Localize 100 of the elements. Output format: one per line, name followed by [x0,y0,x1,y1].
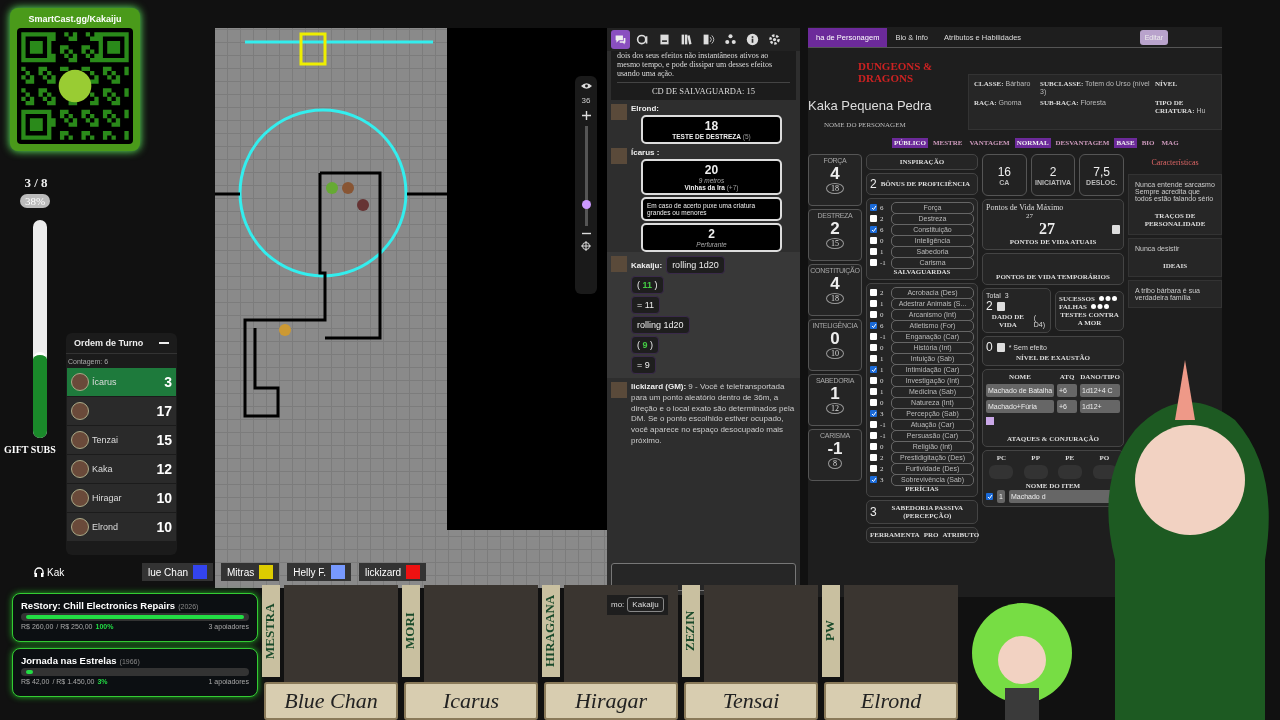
library-icon [680,33,693,46]
roll-total: 18 [703,119,720,133]
die-result: ( 11 ) [631,276,664,294]
token-group[interactable] [326,182,369,211]
chat-icon [614,33,627,46]
checkbox[interactable] [870,237,877,244]
character-name-scroll: Tensai [684,682,818,720]
stepper-icon[interactable] [996,301,1005,311]
roll-result: = 9 [631,356,656,374]
zoom-slider-thumb[interactable] [581,199,591,209]
circles-icon [1090,304,1109,309]
headphones-icon [34,567,44,577]
checkbox[interactable] [870,443,877,450]
player-name-banner: HIRAGANA [542,585,560,677]
zoom-in-icon[interactable] [581,111,591,120]
character-name-scroll: Blue Chan [264,682,398,720]
goal-title: ReStory: Chill Electronics Repairs [21,600,176,611]
checkbox[interactable] [870,366,877,373]
checkbox[interactable] [870,300,877,307]
speak-as-dropdown[interactable]: Kakaiju [627,597,664,612]
die-result: ( 9 ) [631,336,660,354]
drawn-shape [299,32,327,66]
crosshair-icon[interactable] [581,241,591,251]
current-hp: 27 [1038,220,1056,238]
player-name-banner: PW [822,585,840,677]
speaker-name: Kak [47,566,65,578]
checkbox[interactable] [870,322,877,329]
checkbox[interactable] [870,248,877,255]
character-name-scroll: Hiragar [544,682,678,720]
turn-order-title: Ordem de Turno [74,338,144,348]
turn-entry[interactable]: Kaka 12 [67,455,176,483]
token-avatar [71,431,89,449]
checkbox[interactable] [870,399,877,406]
hit-dice-value: 2 [986,299,993,313]
checkbox[interactable] [870,215,877,222]
message-speaker: Ícarus : [631,148,661,157]
coin-field[interactable] [1092,465,1117,479]
turn-entry[interactable]: Ícarus 3 [67,368,176,396]
turn-entry[interactable]: 17 [67,397,176,425]
avatar-block [611,104,627,120]
damage-total: 2 [707,227,716,241]
minimize-icon[interactable] [159,341,169,345]
checkbox[interactable] [870,226,877,233]
checkbox[interactable] [870,410,877,417]
stepper-icon[interactable] [1112,224,1120,234]
checkbox[interactable] [870,388,877,395]
token-avatar [71,518,89,536]
turn-entry[interactable]: Elrond 10 [67,513,176,541]
checkbox[interactable] [870,289,877,296]
checkbox[interactable] [870,476,877,483]
player-chip: Helly F. [287,563,352,581]
token-avatar [71,402,89,420]
zoom-out-icon[interactable] [581,232,591,235]
spell-text: dois dos seus efeitos não instantâneos ativos ao mesmo tempo, e pode dissipar um desses efeitos usando uma ação. [617,51,774,78]
checkbox[interactable] [870,311,877,318]
field-label: Pontos de Vida Máximo [986,203,1065,212]
gift-count: 3 / 8 [24,175,48,191]
speaker-icon [702,33,715,46]
checkbox[interactable] [870,344,877,351]
game-logo: DUNGEONS & DRAGONS [857,60,934,84]
settings-icon [768,33,781,46]
section-title: Características [1150,157,1200,169]
turn-entry[interactable]: Hiragar 10 [67,484,176,512]
chat-panel-tab[interactable] [611,30,630,49]
player-name-banner: MORI [402,585,420,677]
stepper-icon[interactable] [996,342,1005,352]
info-icon [746,33,759,46]
player-name-banner: ZEZIN [682,585,700,677]
eye-icon[interactable] [580,82,592,90]
checkbox[interactable] [870,377,877,384]
spell-save-dc: CD DE SALVAGUARDA: 15 [617,82,790,96]
gm-message: lickizard (GM): 9 - Você é teletransportada para um ponto aleatório dentro de 36m, a direção e o local exato são determinados pela DM. Se o ponto escolhido estiver ocupado, você aparece no espaço desocupado mais próximo. [631,382,796,447]
player-name-banner: MESTRA [262,585,280,677]
checkbox[interactable] [870,421,877,428]
gift-percent: 38% [19,194,51,208]
checkbox[interactable] [870,333,877,340]
roll-result: = 11 [631,296,661,314]
token-avatar [71,460,89,478]
checkbox[interactable] [870,432,877,439]
checkbox[interactable] [870,465,877,472]
checkbox[interactable] [870,355,877,362]
checkbox[interactable] [870,259,877,266]
gift-subs-label: GIFT SUBS [4,444,56,455]
player-chip: lue Chan [142,563,214,581]
token-avatar [71,373,89,391]
avatar-block [611,256,627,272]
book-icon [658,33,671,46]
player-chip: lickizard [359,563,427,581]
turn-entry[interactable]: Tenzai 15 [67,426,176,454]
character-name-scroll: Icarus [404,682,538,720]
checkbox[interactable] [986,493,993,500]
message-speaker: Kakaiju: [631,260,663,270]
roll-total: 20 [703,163,720,177]
character-name: Kaka Pequena Pedra [808,98,933,113]
checkbox[interactable] [870,454,877,461]
qr-url: SmartCast.gg/Kakaiju [28,14,122,24]
zoom-value: 36 [581,96,591,105]
checkbox[interactable] [870,204,877,211]
circles-icon [1098,296,1117,301]
avatar-block [611,382,627,398]
